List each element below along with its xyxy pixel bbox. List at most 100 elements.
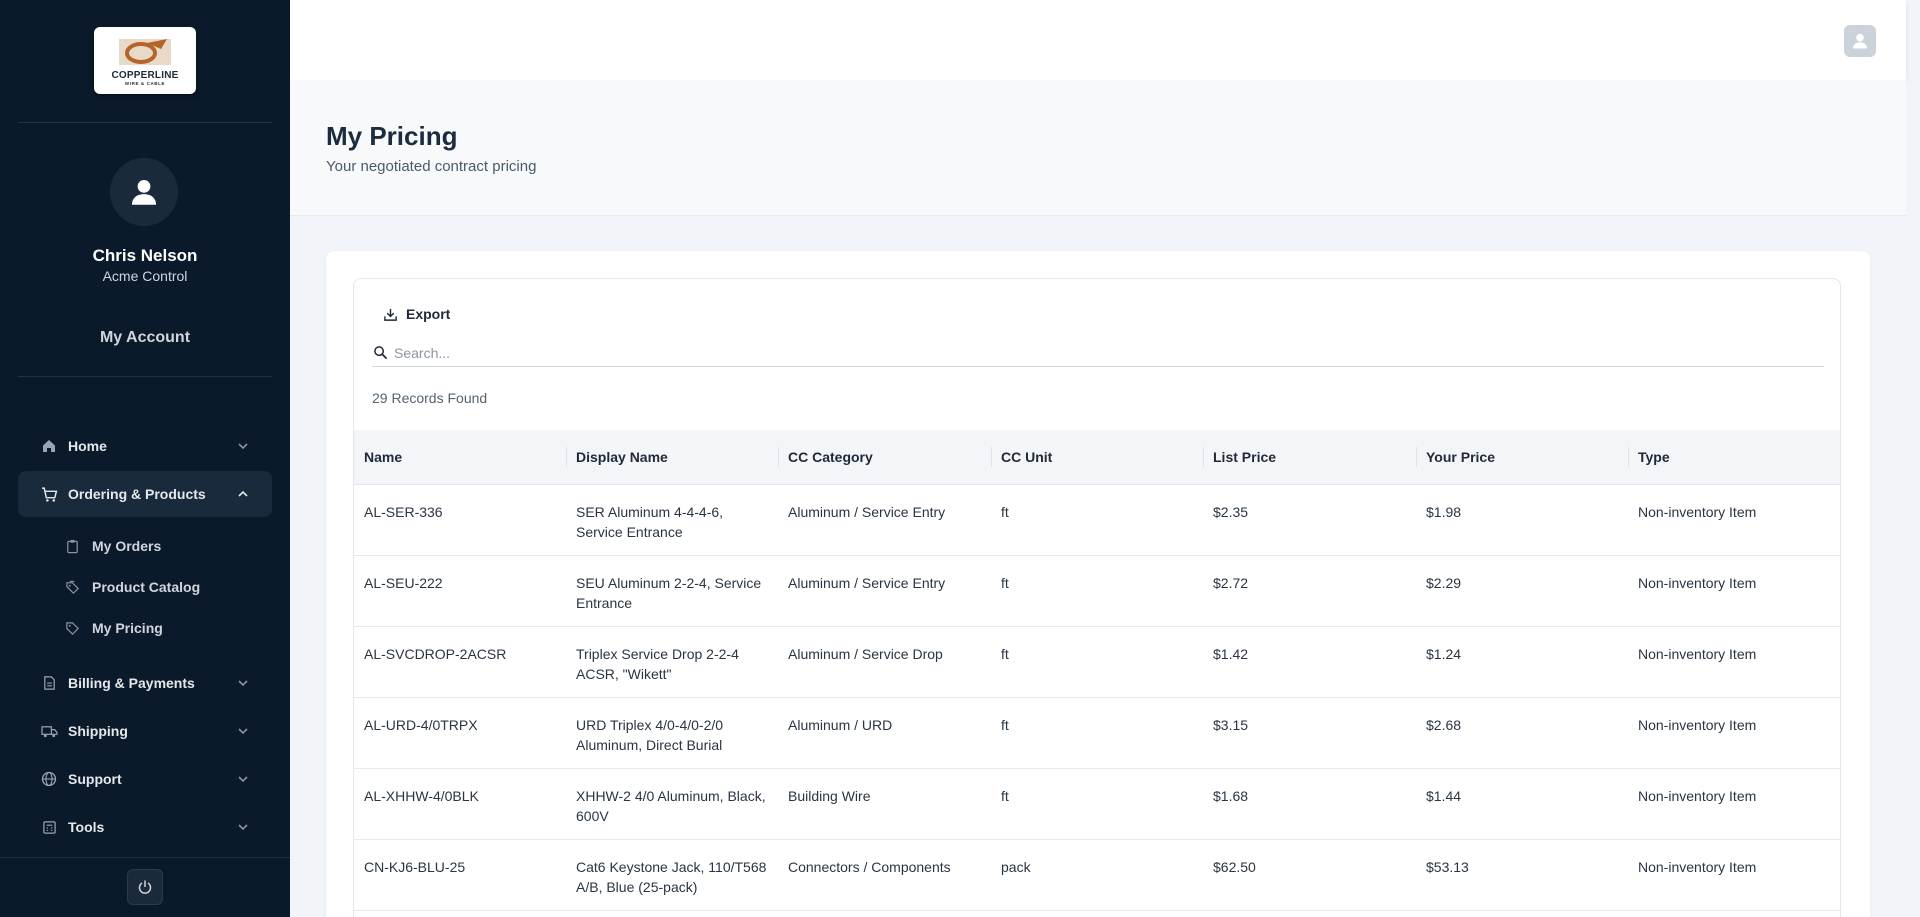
cell-type: Non-inventory Item [1628,626,1840,698]
sidebar-subitem-label: My Pricing [92,620,163,636]
sidebar-subitem-my-orders[interactable]: My Orders [64,531,161,561]
chevron-down-icon[interactable] [236,820,250,834]
column-header-label: Your Price [1426,448,1495,465]
truck-icon [40,722,58,740]
cell-cc-category: Aluminum / Service Drop [778,626,991,698]
cell-cc-category: Building Wire [778,768,991,840]
chevron-down-icon[interactable] [236,724,250,738]
records-count: 29 Records Found [372,390,488,406]
sidebar-item-support[interactable]: Support [18,756,272,802]
table-header-row: Name Display Name CC Category CC Unit Li… [354,430,1840,485]
cell-cc-unit: pack [991,839,1203,911]
cell-display-name: Cat6 Keystone Jack, 110/T568 A/B, Blue (… [566,839,778,911]
globe-icon [40,770,58,788]
cell-your-price: $2.29 [1416,555,1628,627]
cell-list-price: $62.50 [1203,839,1416,911]
sidebar-item-ordering-products[interactable]: Ordering & Products [18,471,272,517]
cell-type: Non-inventory Item [1628,697,1840,769]
cell-cc-category: Aluminum / Service Entry [778,555,991,627]
pricing-card: Export 29 Records Found Name Display Nam… [326,251,1870,917]
cell-your-price: $53.13 [1416,839,1628,911]
chevron-down-icon[interactable] [236,676,250,690]
column-header-list-price[interactable]: List Price [1203,430,1416,485]
column-header-cc-category[interactable]: CC Category [778,430,991,485]
cell-your-price: $1.24 [1416,626,1628,698]
calculator-icon [40,818,58,836]
pricing-table: Name Display Name CC Category CC Unit Li… [354,430,1840,911]
cell-list-price: $1.42 [1203,626,1416,698]
chevron-down-icon[interactable] [236,772,250,786]
logout-button[interactable] [127,869,163,905]
tag-icon [64,620,80,636]
chevron-up-icon[interactable] [236,487,250,501]
cell-list-price: $3.15 [1203,697,1416,769]
cell-list-price: $2.72 [1203,555,1416,627]
table-row[interactable]: AL-XHHW-4/0BLK XHHW-2 4/0 Aluminum, Blac… [354,768,1840,840]
cell-type: Non-inventory Item [1628,555,1840,627]
sidebar-item-home[interactable]: Home [18,423,272,469]
cell-type: Non-inventory Item [1628,768,1840,840]
search-icon [372,345,388,361]
chevron-down-icon[interactable] [236,439,250,453]
cell-your-price: $1.44 [1416,768,1628,840]
cell-cc-unit: ft [991,697,1203,769]
logo-subtext: WIRE & CABLE [124,81,166,86]
search-bar [372,339,1824,367]
column-header-name[interactable]: Name [354,430,566,485]
column-header-type[interactable]: Type [1628,430,1840,485]
user-icon [131,179,157,205]
sidebar-divider [18,122,272,123]
cart-icon [40,485,58,503]
column-header-display-name[interactable]: Display Name [566,430,778,485]
sidebar-footer [0,857,290,917]
sidebar-item-label: Shipping [68,723,128,739]
cell-cc-category: Connectors / Components [778,839,991,911]
sidebar-item-label: Billing & Payments [68,675,195,691]
search-input[interactable] [394,344,1794,361]
sidebar: COPPERLINE WIRE & CABLE Chris Nelson Acm… [0,0,290,917]
cell-list-price: $1.68 [1203,768,1416,840]
sidebar-item-tools[interactable]: Tools [18,804,272,850]
page-header: My Pricing Your negotiated contract pric… [290,80,1906,216]
cell-display-name: SEU Aluminum 2-2-4, Service Entrance [566,555,778,627]
document-icon [40,674,58,692]
home-icon [40,437,58,455]
cell-type: Non-inventory Item [1628,484,1840,556]
cell-name: AL-XHHW-4/0BLK [354,768,566,840]
table-row[interactable]: AL-SVCDROP-2ACSR Triplex Service Drop 2-… [354,626,1840,698]
column-header-your-price[interactable]: Your Price [1416,430,1628,485]
tags-icon [64,579,80,595]
export-button[interactable]: Export [382,303,450,325]
cell-name: AL-SEU-222 [354,555,566,627]
profile-menu-button[interactable] [1844,25,1876,57]
cell-your-price: $1.98 [1416,484,1628,556]
sidebar-divider [18,376,272,377]
page-title: My Pricing [326,121,458,151]
column-header-label: Type [1638,448,1670,465]
table-row[interactable]: AL-SER-336 SER Aluminum 4-4-4-6, Service… [354,484,1840,556]
logo-text: COPPERLINE [111,70,179,81]
column-header-cc-unit[interactable]: CC Unit [991,430,1203,485]
user-name: Chris Nelson [92,246,198,265]
column-header-label: Name [364,448,403,465]
sidebar-subitem-label: Product Catalog [92,579,201,595]
table-row[interactable]: CN-KJ6-BLU-25 Cat6 Keystone Jack, 110/T5… [354,839,1840,911]
cell-cc-unit: ft [991,555,1203,627]
cell-list-price: $2.35 [1203,484,1416,556]
export-label: Export [406,306,451,322]
page-subtitle: Your negotiated contract pricing [326,158,537,175]
sidebar-subitem-my-pricing[interactable]: My Pricing [64,613,163,643]
table-row[interactable]: AL-URD-4/0TRPX URD Triplex 4/0-4/0-2/0 A… [354,697,1840,769]
my-account-link[interactable]: My Account [0,329,290,347]
power-icon [138,880,152,894]
logo-mark-icon [119,39,171,65]
user-icon [1852,33,1868,49]
sidebar-item-label: Ordering & Products [68,486,206,502]
company-logo[interactable]: COPPERLINE WIRE & CABLE [94,27,196,94]
table-row[interactable]: AL-SEU-222 SEU Aluminum 2-2-4, Service E… [354,555,1840,627]
sidebar-subitem-label: My Orders [92,538,162,554]
sidebar-subitem-product-catalog[interactable]: Product Catalog [64,572,200,602]
sidebar-item-billing-payments[interactable]: Billing & Payments [18,660,272,706]
sidebar-item-shipping[interactable]: Shipping [18,708,272,754]
cell-display-name: Triplex Service Drop 2-2-4 ACSR, "Wikett… [566,626,778,698]
